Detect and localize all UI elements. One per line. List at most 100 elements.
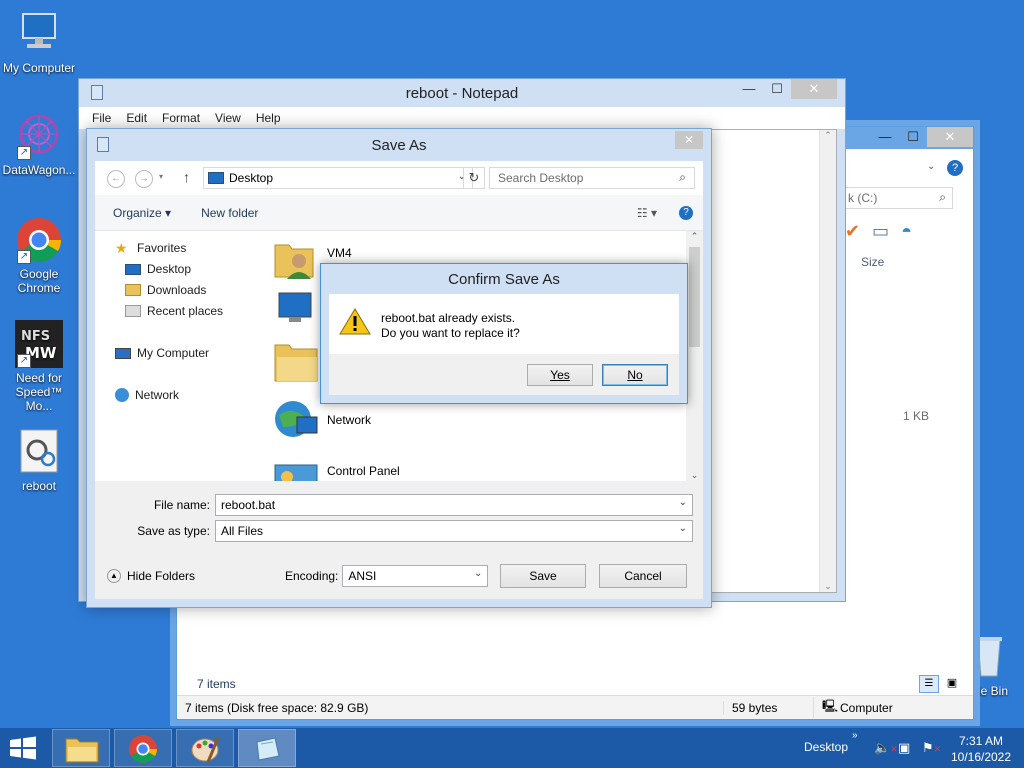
confirm-save-as-dialog[interactable]: Confirm Save As reboot.bat already exist… (320, 263, 688, 404)
search-icon: ⌕ (939, 190, 946, 204)
nav-my-computer[interactable]: My Computer (115, 346, 209, 360)
clock-date: 10/16/2022 (950, 750, 1012, 764)
encoding-select[interactable]: ANSI ⌄ (342, 565, 489, 587)
confirm-body: reboot.bat already exists. Do you want t… (329, 294, 679, 354)
help-icon[interactable]: ? (947, 160, 963, 176)
chevron-down-icon[interactable]: ⌄ (679, 523, 687, 534)
warning-icon (339, 308, 371, 335)
paint-palette-icon (191, 737, 220, 763)
search-input[interactable]: Search Desktop ⌕ (489, 167, 695, 189)
taskbar-file-explorer[interactable] (52, 729, 110, 767)
column-header-size[interactable]: Size (861, 255, 884, 269)
minimize-button[interactable]: — (735, 79, 763, 99)
help-icon[interactable]: ? (679, 205, 693, 220)
desktop-icon-my-computer[interactable]: My Computer (1, 10, 77, 75)
yes-button[interactable]: Yes (527, 364, 593, 386)
vertical-scrollbar[interactable]: ⌃ ⌄ (819, 130, 836, 592)
list-item[interactable]: Control Panel (273, 461, 400, 481)
back-icon[interactable]: ← (107, 170, 125, 188)
confirm-title[interactable]: Confirm Save As (321, 264, 687, 294)
nav-downloads-label: Downloads (147, 283, 207, 297)
organize-button[interactable]: Organize ▾ (113, 206, 171, 220)
no-button[interactable]: No (602, 364, 668, 386)
save-as-titlebar[interactable]: Save As ✕ (87, 129, 711, 161)
start-button[interactable] (8, 736, 38, 760)
save-button[interactable]: Save (500, 564, 586, 588)
hide-folders-button[interactable]: ▲ Hide Folders (107, 569, 195, 583)
menu-file[interactable]: File (85, 111, 119, 125)
close-button[interactable]: ✕ (927, 127, 973, 147)
chevron-down-icon[interactable]: ⌄ (474, 568, 482, 579)
view-details-icon[interactable]: ☰ (919, 675, 939, 693)
menu-view[interactable]: View (208, 111, 249, 125)
nav-desktop[interactable]: Desktop (125, 262, 191, 276)
menu-format[interactable]: Format (155, 111, 208, 125)
recent-dropdown-icon[interactable]: ▾ (159, 172, 163, 181)
taskbar-paint[interactable] (176, 729, 234, 767)
close-button[interactable]: ✕ (791, 79, 837, 99)
list-item[interactable] (273, 339, 319, 385)
desktop-icon-datawagon[interactable]: ↗ DataWagon... (1, 112, 77, 177)
action-center-icon[interactable]: ⚑✕ (922, 740, 941, 756)
desktop-icon-reboot[interactable]: reboot (1, 428, 77, 493)
taskbar-notepad[interactable] (238, 729, 296, 767)
network-status-icon[interactable]: ▣ (898, 740, 910, 756)
nav-favorites-label: Favorites (137, 241, 187, 255)
cancel-button[interactable]: Cancel (599, 564, 687, 588)
nav-recent-label: Recent places (147, 304, 224, 318)
nav-recent-places[interactable]: Recent places (125, 304, 223, 318)
checkmark-icon[interactable]: ✔ (845, 221, 860, 242)
refresh-icon[interactable]: ↻ (463, 167, 485, 189)
menu-edit[interactable]: Edit (119, 111, 155, 125)
view-options-icon[interactable]: ☷ ▾ (637, 206, 657, 220)
explorer-search-input[interactable]: k (C:) ⌕ (845, 187, 953, 209)
explorer-search-placeholder: k (C:) (848, 191, 878, 205)
save-type-select[interactable]: All Files ⌄ (215, 520, 693, 542)
confirm-footer: Yes No (329, 354, 679, 395)
minimize-button[interactable]: — (871, 127, 899, 147)
file-name-input[interactable]: reboot.bat ⌄ (215, 494, 693, 516)
windows-logo-icon (10, 736, 36, 760)
confirm-message-line2: Do you want to replace it? (381, 326, 520, 340)
notepad-menubar: File Edit Format View Help (79, 107, 845, 129)
scroll-up-icon[interactable]: ⌃ (820, 130, 836, 141)
status-location: Computer (840, 700, 893, 715)
taskbar-chrome[interactable] (114, 729, 172, 767)
scroll-down-icon[interactable]: ⌄ (686, 470, 703, 481)
taskbar-desktop-toolbar[interactable]: Desktop (804, 740, 848, 754)
list-item[interactable] (273, 289, 319, 329)
toolbar-expand-icon[interactable]: » (852, 730, 858, 741)
nav-favorites[interactable]: ★ Favorites (115, 241, 186, 255)
status-free-space: 7 items (Disk free space: 82.9 GB) (185, 700, 369, 715)
menu-help[interactable]: Help (249, 111, 289, 125)
desktop-icon-need-for-speed[interactable]: NFS MW ↗ Need for Speed™ Mo... (1, 320, 77, 413)
address-bar[interactable]: Desktop ⌄ (203, 167, 473, 189)
user-folder-icon (274, 244, 314, 279)
vertical-scrollbar[interactable]: ⌃ ⌄ (686, 231, 703, 481)
scroll-up-icon[interactable]: ⌃ (686, 231, 703, 242)
notepad-titlebar[interactable]: reboot - Notepad — ☐ ✕ (79, 79, 845, 107)
nav-network[interactable]: Network (115, 388, 179, 402)
chevron-down-icon[interactable]: ⌄ (927, 161, 935, 172)
maximize-button[interactable]: ☐ (899, 127, 927, 147)
system-clock[interactable]: 7:31 AM 10/16/2022 (944, 733, 1018, 765)
volume-muted-icon[interactable]: 🔈✕ (874, 740, 898, 756)
shell-icon[interactable]: ◓ (901, 221, 912, 242)
file-name-row: File name: reboot.bat ⌄ (95, 494, 693, 516)
encoding-value: ANSI (348, 569, 377, 583)
view-tiles-icon[interactable]: ▣ (943, 675, 961, 693)
maximize-button[interactable]: ☐ (763, 79, 791, 99)
chevron-down-icon[interactable]: ⌄ (679, 497, 687, 508)
close-button[interactable]: ✕ (675, 131, 703, 149)
new-folder-button[interactable]: New folder (201, 206, 258, 220)
desktop-icon-google-chrome[interactable]: ↗ Google Chrome (1, 216, 77, 295)
scroll-down-icon[interactable]: ⌄ (820, 581, 836, 592)
scroll-thumb[interactable] (689, 247, 700, 347)
up-icon[interactable]: ↑ (183, 169, 190, 185)
network-icon (115, 388, 129, 402)
properties-icon[interactable]: ▭ (872, 221, 889, 242)
address-bar-row: ← → ▾ ↑ Desktop ⌄ ↻ Search Desktop ⌕ (95, 161, 703, 195)
notepad-title: reboot - Notepad (405, 84, 519, 102)
nav-downloads[interactable]: Downloads (125, 283, 206, 297)
forward-icon[interactable]: → (135, 170, 153, 188)
